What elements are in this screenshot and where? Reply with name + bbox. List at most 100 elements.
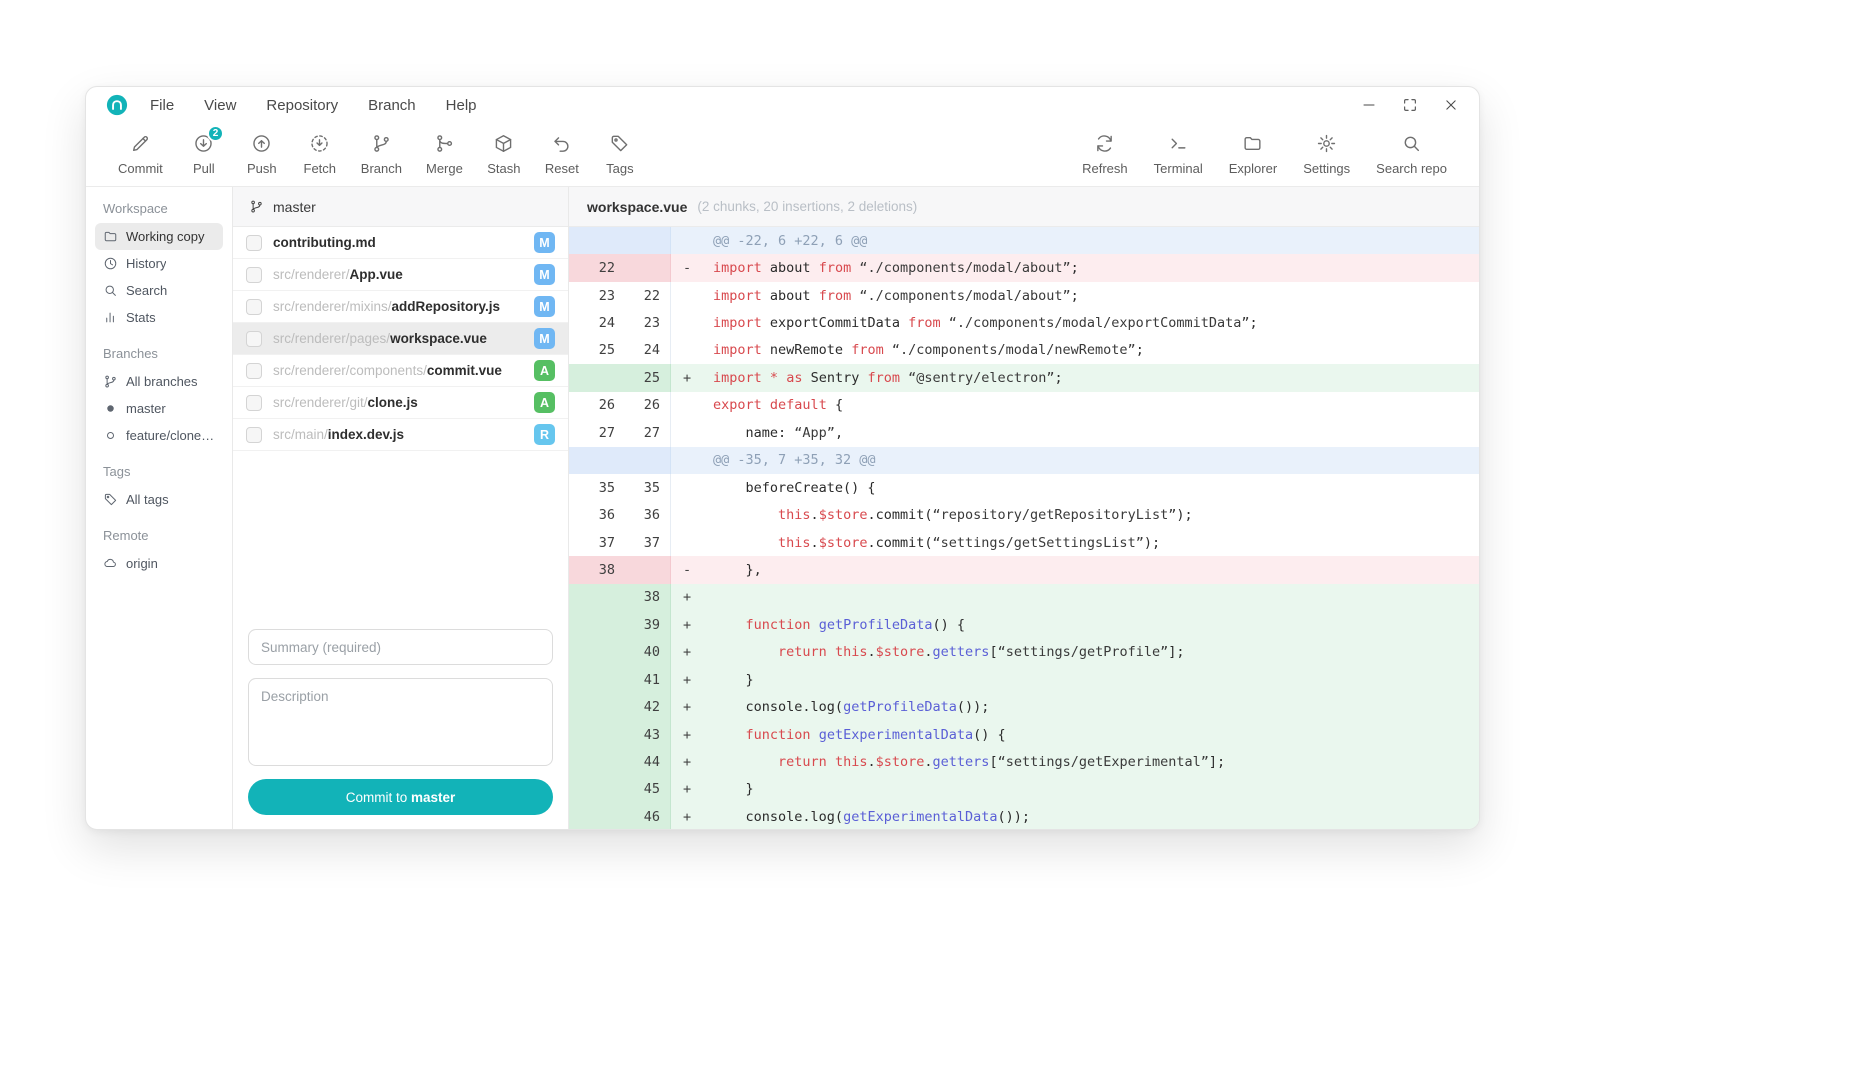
sidebar-item-label: master xyxy=(126,401,166,416)
diff-code: @@ -22, 6 +22, 6 @@ xyxy=(713,232,868,249)
menu-item-branch[interactable]: Branch xyxy=(368,97,416,114)
file-checkbox[interactable] xyxy=(246,266,262,283)
file-checkbox[interactable] xyxy=(246,394,262,411)
old-line-number xyxy=(569,583,627,612)
menu-item-file[interactable]: File xyxy=(150,97,174,114)
sidebar-item-working-copy[interactable]: Working copy xyxy=(95,223,223,250)
diff-line: 26 26 export default { xyxy=(569,391,1479,420)
toolbar-button-reset[interactable]: Reset xyxy=(539,133,585,176)
arrow-up-circle-icon xyxy=(251,133,272,154)
close-icon xyxy=(1443,97,1459,113)
diff-line: 22 - import about from “./components/modal… xyxy=(569,254,1479,282)
window-controls xyxy=(1361,97,1459,113)
branch-icon xyxy=(249,199,264,214)
file-checkbox[interactable] xyxy=(246,234,262,251)
toolbar-button-commit[interactable]: Commit xyxy=(112,133,169,176)
diff-line: 46 + console.log(getExperimentalData()); xyxy=(569,803,1479,829)
diff-code: @@ -35, 7 +35, 32 @@ xyxy=(713,452,876,469)
old-line-number: 35 xyxy=(598,479,615,496)
diff-line: 40 + return this.$store.getters[“settings… xyxy=(569,638,1479,666)
diff-line: 43 + function getExperimentalData() { xyxy=(569,720,1479,749)
toolbar-button-label: Commit xyxy=(118,161,163,176)
sidebar-item-origin[interactable]: origin xyxy=(95,550,223,577)
file-row[interactable]: src/renderer/mixins/addRepository.js M xyxy=(233,291,568,323)
toolbar-button-search-repo[interactable]: Search repo xyxy=(1370,133,1453,176)
file-checkbox[interactable] xyxy=(246,298,262,315)
file-name: src/main/index.dev.js xyxy=(273,427,523,442)
diff-code: return this.$store.getters[“settings/get… xyxy=(778,754,1226,771)
toolbar-icon-wrap xyxy=(1401,133,1422,154)
sidebar-item-search[interactable]: Search xyxy=(95,277,223,304)
toolbar-button-merge[interactable]: Merge xyxy=(420,133,469,176)
diff-line: 37 37 this.$store.commit(“settings/getSet… xyxy=(569,528,1479,557)
toolbar-button-explorer[interactable]: Explorer xyxy=(1223,133,1283,176)
file-path-prefix: src/renderer/ xyxy=(273,267,350,282)
sidebar-item-all-branches[interactable]: All branches xyxy=(95,368,223,395)
old-line-number: 37 xyxy=(598,534,615,551)
commit-button[interactable]: Commit to master xyxy=(248,779,553,815)
diff-line: 23 22 import about from “./components/moda… xyxy=(569,281,1479,310)
minimize-button[interactable] xyxy=(1361,97,1377,113)
toolbar-icon-wrap xyxy=(1094,133,1115,154)
toolbar-button-stash[interactable]: Stash xyxy=(481,133,527,176)
menu-item-repository[interactable]: Repository xyxy=(266,97,338,114)
sidebar-item-branch-feature[interactable]: feature/clone-re... xyxy=(95,422,223,449)
toolbar-icon-wrap xyxy=(551,133,572,154)
diff-code: this.$store.commit(“repository/getReposi… xyxy=(778,507,1193,524)
diff-line: 38 + xyxy=(569,583,1479,612)
file-row[interactable]: contributing.md M xyxy=(233,227,568,259)
file-row[interactable]: src/renderer/pages/workspace.vue M xyxy=(233,323,568,355)
toolbar-button-label: Explorer xyxy=(1228,161,1278,176)
close-button[interactable] xyxy=(1443,97,1459,113)
file-row[interactable]: src/renderer/components/commit.vue A xyxy=(233,355,568,387)
new-line-number: 46 xyxy=(627,803,671,829)
diff-sign: + xyxy=(683,369,692,386)
sidebar-item-stats[interactable]: Stats xyxy=(95,304,223,331)
file-checkbox[interactable] xyxy=(246,426,262,443)
file-checkbox[interactable] xyxy=(246,330,262,347)
old-line-number xyxy=(569,611,627,639)
toolbar-button-refresh[interactable]: Refresh xyxy=(1076,133,1134,176)
toolbar-button-terminal[interactable]: Terminal xyxy=(1148,133,1209,176)
file-checkbox[interactable] xyxy=(246,362,262,379)
menu-item-help[interactable]: Help xyxy=(446,97,477,114)
toolbar-button-pull[interactable]: 2 Pull xyxy=(181,125,227,176)
sidebar-item-label: feature/clone-re... xyxy=(126,428,215,443)
toolbar-button-settings[interactable]: Settings xyxy=(1297,133,1356,176)
old-line-number: 26 xyxy=(598,397,615,414)
file-row[interactable]: src/renderer/git/clone.js A xyxy=(233,387,568,419)
menu-item-view[interactable]: View xyxy=(204,97,236,114)
toolbar-icon-wrap xyxy=(1242,133,1263,154)
diff-code: import about from “./components/modal/ab… xyxy=(713,287,1079,304)
main-content: Workspace Working copy History Search Stats B… xyxy=(86,187,1479,829)
summary-input[interactable] xyxy=(248,629,553,665)
toolbar-button-tags[interactable]: Tags xyxy=(597,133,643,176)
toolbar-icon-wrap xyxy=(609,133,630,154)
refresh-icon xyxy=(1094,133,1115,154)
sidebar-item-history[interactable]: History xyxy=(95,250,223,277)
new-line-number: 35 xyxy=(627,473,671,502)
toolbar-button-label: Tags xyxy=(606,161,634,176)
sidebar-section-remote: Remote xyxy=(103,528,149,543)
sidebar-item-all-tags[interactable]: All tags xyxy=(95,486,223,513)
diff-line: 24 23 import exportCommitData from “./comp… xyxy=(569,309,1479,337)
sidebar-section-branches: Branches xyxy=(103,346,158,361)
description-input[interactable] xyxy=(248,678,553,766)
toolbar-left: Commit 2 Pull Push Fetch Branch Merge Stash Rese… xyxy=(112,125,643,176)
old-line-number xyxy=(569,720,627,749)
toolbar-button-label: Stash xyxy=(487,161,521,176)
file-row[interactable]: src/main/index.dev.js R xyxy=(233,419,568,451)
toolbar-button-branch[interactable]: Branch xyxy=(355,133,408,176)
diff-code: name: “App”, xyxy=(745,424,844,441)
toolbar-icon-wrap xyxy=(130,133,151,154)
maximize-button[interactable] xyxy=(1402,97,1418,113)
toolbar-button-label: Settings xyxy=(1303,161,1351,176)
new-line-number: 23 xyxy=(627,309,671,337)
sidebar-item-branch-master[interactable]: master xyxy=(95,395,223,422)
old-line-number xyxy=(569,775,627,804)
toolbar-button-fetch[interactable]: Fetch xyxy=(297,133,343,176)
file-row[interactable]: src/renderer/App.vue M xyxy=(233,259,568,291)
minimize-icon xyxy=(1361,97,1377,113)
toolbar-button-push[interactable]: Push xyxy=(239,133,285,176)
old-line-number xyxy=(569,748,627,776)
